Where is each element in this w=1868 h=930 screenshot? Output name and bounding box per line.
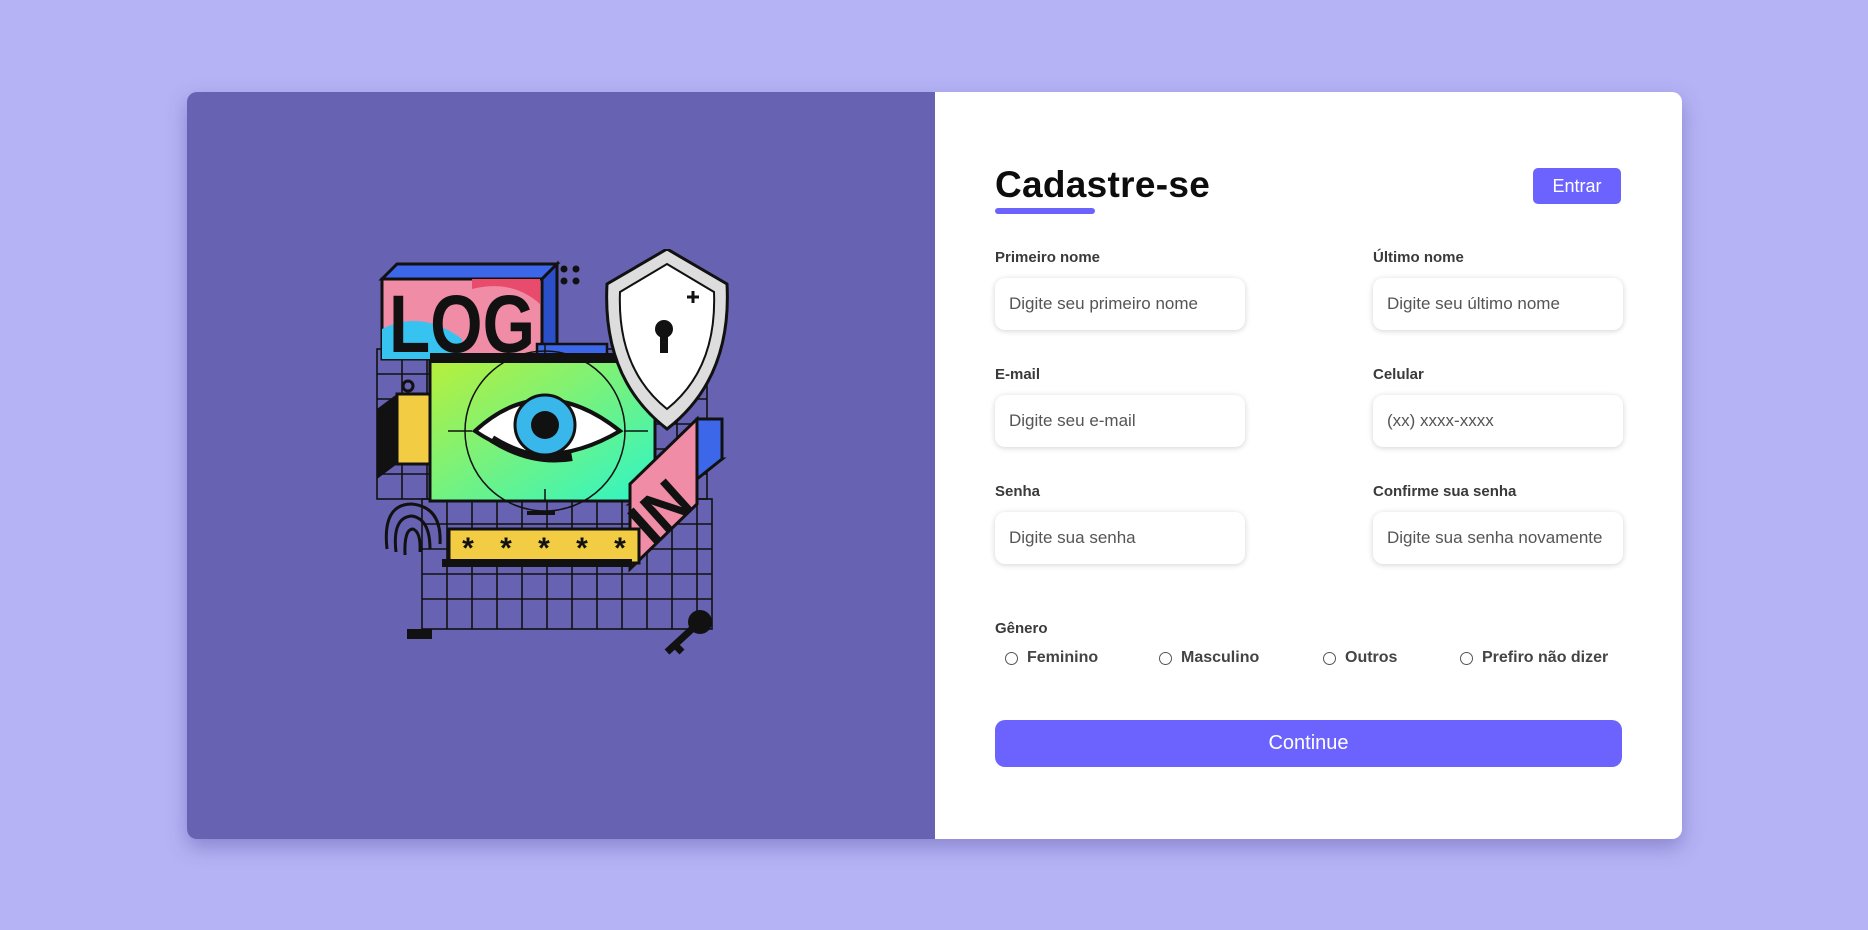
radio-circle-icon[interactable] <box>1159 651 1172 665</box>
login-button[interactable]: Entrar <box>1533 168 1621 204</box>
email-label: E-mail <box>995 366 1041 383</box>
login-illustration: LOG IN * * * * * <box>376 249 729 655</box>
gender-option-label: Masculino <box>1181 649 1260 666</box>
first-name-label: Primeiro nome <box>995 249 1101 266</box>
last-name-input[interactable] <box>1373 278 1623 330</box>
gender-label: Gênero <box>995 620 1048 637</box>
confirm-password-field: Confirme sua senha <box>1373 483 1623 564</box>
password-input[interactable] <box>995 512 1245 564</box>
password-label: Senha <box>995 483 1041 500</box>
continue-button[interactable]: Continue <box>995 720 1622 767</box>
gender-option-masculino[interactable]: Masculino <box>1159 649 1259 667</box>
first-name-input[interactable] <box>995 278 1245 330</box>
page-title: Cadastre-se <box>995 164 1211 205</box>
gender-option-label: Prefiro não dizer <box>1482 649 1609 666</box>
gender-options: Feminino Masculino Outros Prefiro não di… <box>1005 649 1625 673</box>
radio-circle-icon[interactable] <box>1460 651 1473 665</box>
gender-option-feminino[interactable]: Feminino <box>1005 649 1098 667</box>
gender-option-label: Feminino <box>1027 649 1099 666</box>
signup-card: LOG IN * * * * * Cadastre-se Entrar Prim… <box>187 92 1682 839</box>
email-input[interactable] <box>995 395 1245 447</box>
password-field: Senha <box>995 483 1245 564</box>
radio-circle-icon[interactable] <box>1005 651 1018 665</box>
illustration-panel: LOG IN * * * * * <box>187 92 935 839</box>
phone-field: Celular <box>1373 366 1623 447</box>
phone-label: Celular <box>1373 366 1424 383</box>
last-name-field: Último nome <box>1373 249 1623 330</box>
email-field: E-mail <box>995 366 1245 447</box>
confirm-password-label: Confirme sua senha <box>1373 483 1517 500</box>
first-name-field: Primeiro nome <box>995 249 1245 330</box>
gender-option-outros[interactable]: Outros <box>1323 649 1397 667</box>
last-name-label: Último nome <box>1373 249 1464 266</box>
title-underline <box>995 208 1095 214</box>
gender-option-prefiro-nao-dizer[interactable]: Prefiro não dizer <box>1460 649 1608 667</box>
password-mask: * * * * * <box>459 535 629 569</box>
gender-option-label: Outros <box>1345 649 1398 666</box>
confirm-password-input[interactable] <box>1373 512 1623 564</box>
signup-form-panel: Cadastre-se Entrar Primeiro nome Último … <box>935 92 1682 839</box>
phone-input[interactable] <box>1373 395 1623 447</box>
radio-circle-icon[interactable] <box>1323 651 1336 665</box>
